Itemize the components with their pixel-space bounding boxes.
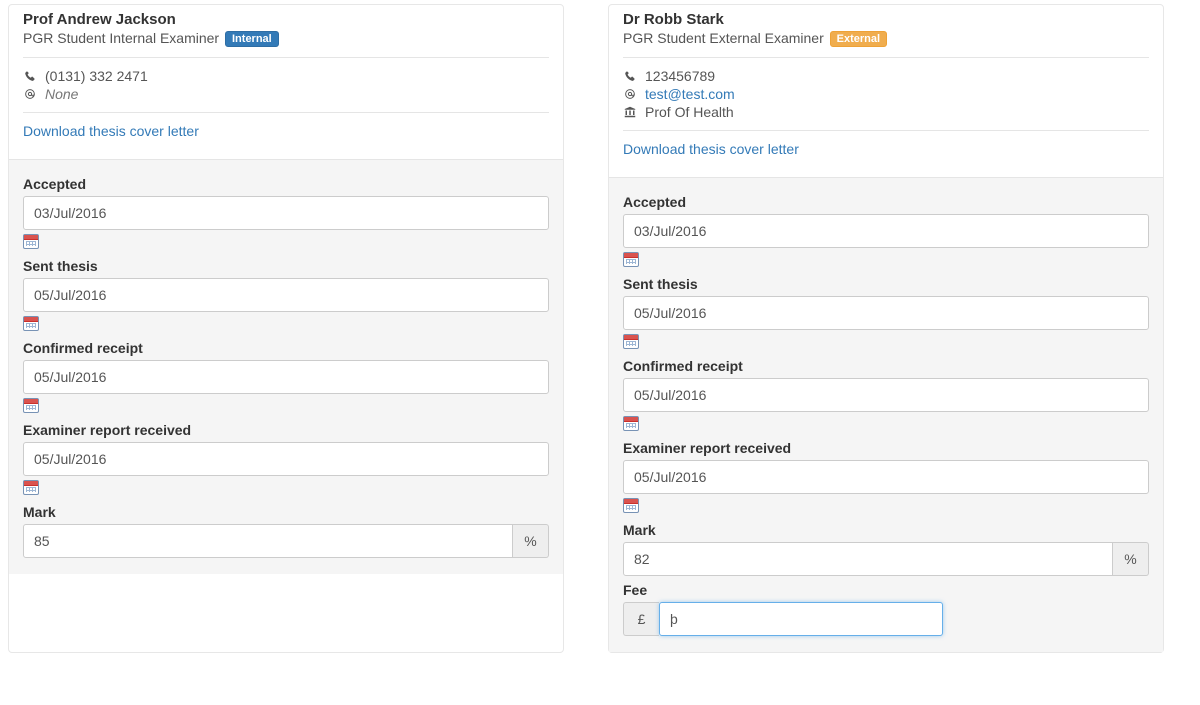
fee-input[interactable] [659, 602, 943, 636]
external-examiner-card: Dr Robb Stark PGR Student External Exami… [608, 4, 1164, 653]
examiner-name: Prof Andrew Jackson [23, 11, 549, 28]
accepted-input[interactable] [623, 214, 1149, 248]
sent-thesis-label: Sent thesis [23, 258, 549, 274]
report-received-label: Examiner report received [623, 440, 1149, 456]
at-icon [623, 87, 637, 101]
phone-icon [23, 69, 37, 83]
internal-badge: Internal [225, 31, 279, 47]
phone-value: 123456789 [645, 68, 715, 84]
email-value: None [45, 86, 78, 102]
confirmed-receipt-label: Confirmed receipt [23, 340, 549, 356]
calendar-icon[interactable] [623, 252, 639, 267]
institution-value: Prof Of Health [645, 104, 734, 120]
divider [623, 130, 1149, 131]
institution-icon [623, 105, 637, 119]
divider [23, 57, 549, 58]
divider [623, 57, 1149, 58]
calendar-icon[interactable] [23, 398, 39, 413]
calendar-icon[interactable] [23, 234, 39, 249]
sent-thesis-input[interactable] [623, 296, 1149, 330]
examiner-name: Dr Robb Stark [623, 11, 1149, 28]
accepted-input[interactable] [23, 196, 549, 230]
report-received-input[interactable] [23, 442, 549, 476]
mark-label: Mark [23, 504, 549, 520]
confirmed-receipt-input[interactable] [623, 378, 1149, 412]
confirmed-receipt-input[interactable] [23, 360, 549, 394]
calendar-icon[interactable] [623, 334, 639, 349]
currency-addon: £ [623, 602, 659, 636]
examiner-role-line: PGR Student Internal Examiner Internal [23, 30, 549, 47]
mark-label: Mark [623, 522, 1149, 538]
examiner-role: PGR Student Internal Examiner [23, 30, 219, 46]
sent-thesis-input[interactable] [23, 278, 549, 312]
report-received-label: Examiner report received [23, 422, 549, 438]
percent-addon: % [513, 524, 549, 558]
email-link[interactable]: test@test.com [645, 86, 735, 102]
accepted-label: Accepted [623, 194, 1149, 210]
examiner-role-line: PGR Student External Examiner External [623, 30, 1149, 47]
fee-label: Fee [623, 582, 1149, 598]
examiner-role: PGR Student External Examiner [623, 30, 824, 46]
mark-input[interactable] [623, 542, 1113, 576]
mark-input[interactable] [23, 524, 513, 558]
calendar-icon[interactable] [623, 498, 639, 513]
external-badge: External [830, 31, 887, 47]
percent-addon: % [1113, 542, 1149, 576]
download-cover-letter-link[interactable]: Download thesis cover letter [23, 123, 199, 139]
confirmed-receipt-label: Confirmed receipt [623, 358, 1149, 374]
external-form: Accepted Sent thesis Confirmed receipt E… [609, 177, 1163, 652]
accepted-label: Accepted [23, 176, 549, 192]
internal-examiner-card: Prof Andrew Jackson PGR Student Internal… [8, 4, 564, 653]
phone-value: (0131) 332 2471 [45, 68, 148, 84]
calendar-icon[interactable] [23, 316, 39, 331]
download-cover-letter-link[interactable]: Download thesis cover letter [623, 141, 799, 157]
internal-form: Accepted Sent thesis Confirmed receipt E… [9, 159, 563, 574]
report-received-input[interactable] [623, 460, 1149, 494]
contact-block: 123456789 test@test.com Prof Of Health [623, 68, 1149, 120]
phone-icon [623, 69, 637, 83]
calendar-icon[interactable] [623, 416, 639, 431]
sent-thesis-label: Sent thesis [623, 276, 1149, 292]
contact-block: (0131) 332 2471 None [23, 68, 549, 102]
calendar-icon[interactable] [23, 480, 39, 495]
divider [23, 112, 549, 113]
at-icon [23, 87, 37, 101]
